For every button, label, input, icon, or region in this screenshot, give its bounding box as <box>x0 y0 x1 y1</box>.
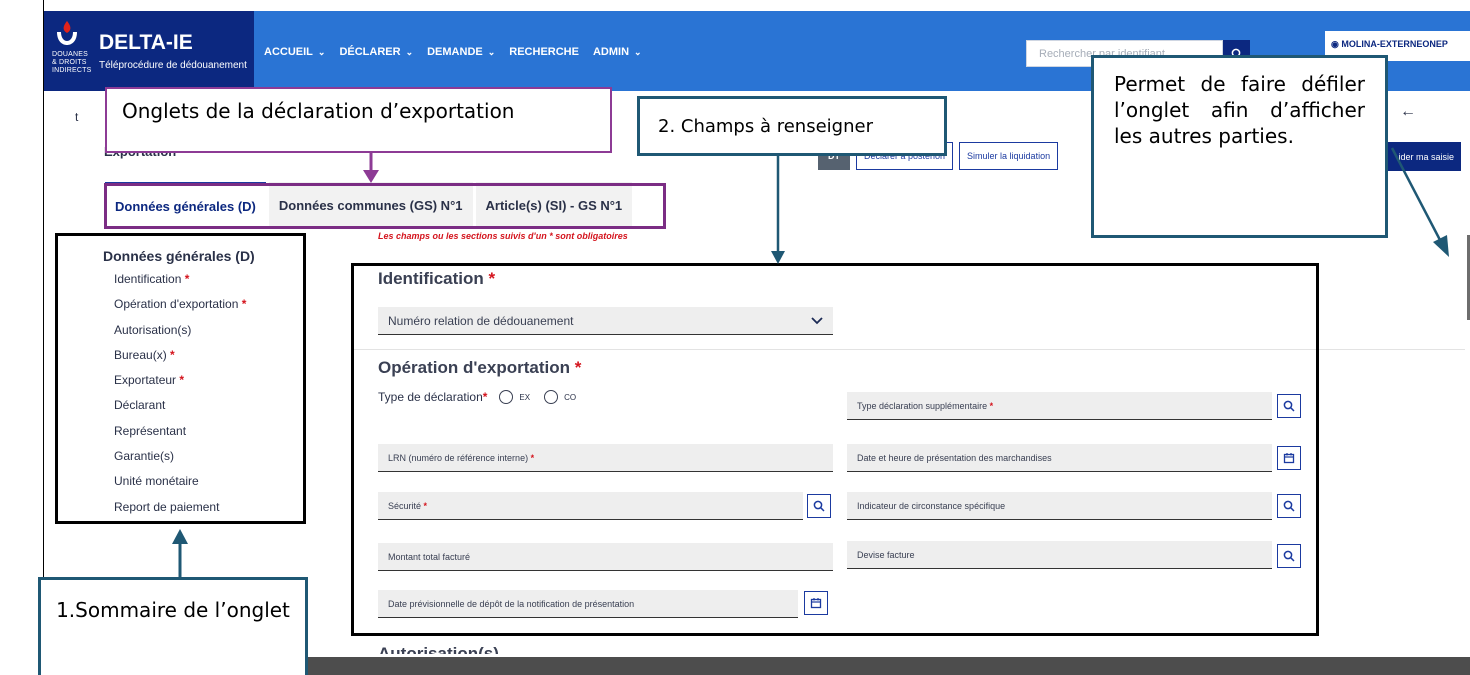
simulate-liquidation-button[interactable]: Simuler la liquidation <box>959 142 1059 170</box>
validate-entry-button[interactable]: ider ma saisie <box>1383 142 1461 171</box>
summary-item-autorisations[interactable]: Autorisation(s) <box>114 321 303 346</box>
nav-recherche[interactable]: RECHERCHE <box>509 46 579 58</box>
user-name: MOLINA-EXTERNEONEP <box>1341 39 1448 49</box>
summary-item-report-paiement[interactable]: Report de paiement <box>114 498 303 523</box>
arrowhead-scroll <box>1433 235 1449 257</box>
callout-scroll: Permet de faire défiler l’onglet afin d’… <box>1091 55 1388 238</box>
tab-articles[interactable]: Article(s) (SI) - GS N°1 <box>475 182 633 229</box>
declaration-tabs: Données générales (D) Données communes (… <box>105 182 635 229</box>
left-margin <box>0 0 44 675</box>
tab-summary: Données générales (D) Identification * O… <box>55 233 306 524</box>
user-icon: ◉ <box>1331 39 1339 49</box>
callout-fields: 2. Champs à renseigner <box>637 96 947 156</box>
main-nav: ACCUEIL ⌄ DÉCLARER ⌄ DEMANDE ⌄ RECHERCHE AD… <box>264 46 642 58</box>
chevron-down-icon: ⌄ <box>634 46 642 57</box>
brand-subtitle: Téléprocédure de dédouanement <box>99 60 247 71</box>
logo-line-2: & DROITS <box>52 59 87 66</box>
logo-line-1: DOUANES <box>52 51 89 58</box>
nav-declarer[interactable]: DÉCLARER ⌄ <box>339 46 413 58</box>
arrow-left-icon[interactable]: ← <box>1400 103 1416 121</box>
callout-summary: 1.Sommaire de l’onglet <box>38 577 308 675</box>
summary-item-operation[interactable]: Opération d'exportation * <box>114 295 303 320</box>
section-title-autorisations: Autorisation(s) <box>378 644 499 654</box>
breadcrumb[interactable]: t <box>75 110 78 124</box>
nav-accueil[interactable]: ACCUEIL ⌄ <box>264 46 325 58</box>
douane-emblem-icon <box>57 21 77 45</box>
footer-bar <box>300 657 1470 675</box>
chevron-down-icon: ⌄ <box>487 46 496 57</box>
summary-item-identification[interactable]: Identification * <box>114 270 303 295</box>
summary-item-bureaux[interactable]: Bureau(x) * <box>114 346 303 371</box>
logo-caption: DOUANES & DROITS INDIRECTS <box>52 51 92 75</box>
summary-item-representant[interactable]: Représentant <box>114 422 303 447</box>
summary-item-declarant[interactable]: Déclarant <box>114 396 303 421</box>
required-fields-note: Les champs ou les sections suivis d'un *… <box>378 231 628 241</box>
brand-name: DELTA-IE <box>99 31 193 54</box>
callout-tabs: Onglets de la déclaration d’exportation <box>105 87 612 153</box>
nav-admin[interactable]: ADMIN ⌄ <box>593 46 642 58</box>
arrowhead-summary <box>172 529 188 544</box>
summary-title: Données générales (D) <box>103 248 255 264</box>
brand-block[interactable]: DOUANES & DROITS INDIRECTS DELTA-IE Télé… <box>44 11 254 91</box>
logo-line-3: INDIRECTS <box>52 67 92 74</box>
chevron-down-icon: ⌄ <box>317 46 326 57</box>
chevron-down-icon: ⌄ <box>405 46 414 57</box>
summary-item-exportateur[interactable]: Exportateur * <box>114 371 303 396</box>
summary-item-garanties[interactable]: Garantie(s) <box>114 447 303 472</box>
fields-highlight-frame <box>351 263 1319 636</box>
nav-demande[interactable]: DEMANDE ⌄ <box>427 46 495 58</box>
tab-donnees-generales[interactable]: Données générales (D) <box>105 182 266 229</box>
summary-item-unite-monetaire[interactable]: Unité monétaire <box>114 472 303 497</box>
tab-donnees-communes[interactable]: Données communes (GS) N°1 <box>268 182 473 229</box>
